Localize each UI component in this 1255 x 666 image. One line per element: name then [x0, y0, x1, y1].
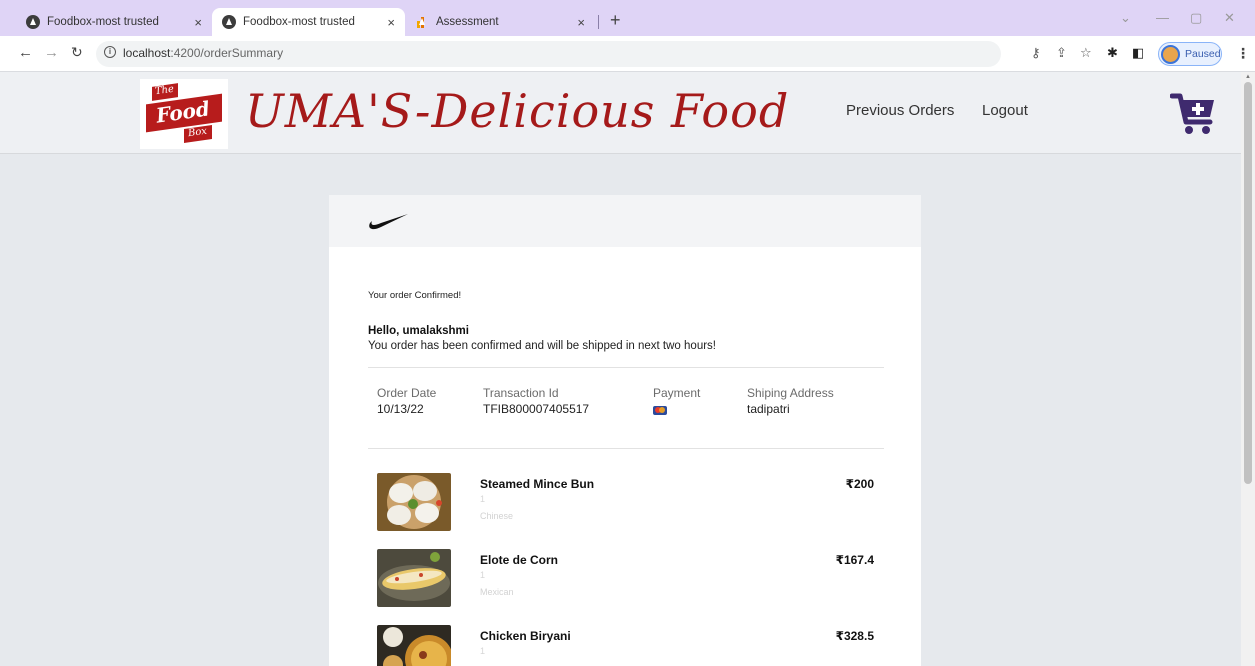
previous-orders-link[interactable]: Previous Orders [846, 102, 954, 119]
mastercard-icon [653, 406, 667, 415]
profile-button[interactable]: Paused [1158, 42, 1222, 66]
back-arrow-icon[interactable]: ← [18, 44, 33, 61]
browser-tab-2[interactable]: Foodbox-most trusted × [212, 8, 405, 36]
brand-title: UMA'S-Delicious Food [245, 84, 790, 138]
site-info-icon[interactable]: i [104, 46, 116, 58]
item-price: ₹328.5 [835, 629, 874, 643]
extensions-puzzle-icon[interactable]: ✱ [1107, 45, 1118, 61]
order-date-block: Order Date 10/13/22 [377, 386, 436, 416]
greeting: Hello, umalakshmi [368, 325, 469, 337]
close-window-button[interactable]: ✕ [1224, 10, 1235, 26]
avatar [1161, 44, 1180, 64]
order-date-value: 10/13/22 [377, 402, 424, 416]
transaction-value: TFIB800007405517 [483, 402, 590, 416]
confirmation-message: You order has been confirmed and will be… [368, 340, 716, 352]
order-confirmed-text: Your order Confirmed! [368, 290, 462, 301]
item-name: Elote de Corn [480, 553, 559, 567]
page-viewport: The Food Box UMA'S-Delicious Food Previo… [0, 72, 1255, 666]
steamed-bun-image [377, 473, 451, 531]
item-category: Chinese [480, 511, 514, 521]
bookmark-star-icon[interactable]: ☆ [1080, 45, 1092, 61]
share-icon[interactable]: ⇪ [1056, 45, 1067, 61]
tab-label: Assessment [436, 16, 499, 28]
item-name: Chicken Biryani [480, 629, 571, 643]
order-date-label: Order Date [377, 386, 437, 400]
item-quantity: 1 [480, 494, 486, 504]
card-header [329, 195, 921, 247]
address-value: tadipatri [747, 402, 790, 416]
url-host: localhost [123, 46, 171, 60]
item-quantity: 1 [480, 570, 486, 580]
close-tab-icon[interactable]: × [194, 15, 202, 30]
item-price: ₹200 [845, 477, 874, 491]
browser-tab-1[interactable]: Foodbox-most trusted × [16, 8, 212, 36]
forward-arrow-icon[interactable]: → [44, 44, 59, 61]
bar-chart-icon [415, 15, 429, 29]
address-block: Shiping Address tadipatri [747, 386, 834, 416]
url-path: :4200/orderSummary [170, 46, 284, 60]
payment-label: Payment [653, 386, 701, 400]
reload-icon[interactable]: ↻ [71, 44, 83, 61]
item-price: ₹167.4 [835, 553, 874, 567]
item-quantity: 1 [480, 646, 486, 656]
payment-block: Payment [653, 386, 700, 415]
order-item: Steamed Mince Bun 1 Chinese ₹200 [329, 473, 921, 543]
chicken-biryani-image [377, 625, 451, 666]
angular-icon [222, 15, 236, 29]
url-text: localhost:4200/orderSummary [123, 46, 283, 60]
tab-separator [598, 15, 599, 29]
transaction-label: Transaction Id [483, 386, 559, 400]
new-tab-button[interactable]: + [610, 10, 621, 31]
order-item: Elote de Corn 1 Mexican ₹167.4 [329, 549, 921, 619]
address-bar[interactable]: i localhost:4200/orderSummary [96, 41, 1001, 67]
divider [368, 367, 884, 368]
browser-tab-3[interactable]: Assessment × [405, 8, 595, 36]
site-header: The Food Box UMA'S-Delicious Food Previo… [0, 72, 1241, 154]
scrollbar-thumb[interactable] [1244, 82, 1252, 484]
item-category: Mexican [480, 587, 514, 597]
profile-status: Paused [1185, 48, 1221, 60]
minimize-button[interactable]: — [1156, 10, 1169, 25]
angular-icon [26, 15, 40, 29]
key-icon[interactable]: ⚷ [1031, 45, 1041, 61]
tab-label: Foodbox-most trusted [243, 16, 355, 28]
elote-corn-image [377, 549, 451, 607]
food-box-logo[interactable]: The Food Box [140, 79, 228, 149]
browser-menu-icon[interactable]: ⋮ [1236, 45, 1250, 62]
browser-toolbar: ← → ↻ i localhost:4200/orderSummary ⚷ ⇪ … [0, 36, 1255, 72]
address-label: Shiping Address [747, 386, 834, 400]
close-tab-icon[interactable]: × [387, 15, 395, 30]
item-name: Steamed Mince Bun [480, 477, 595, 491]
cart-plus-icon[interactable] [1170, 90, 1218, 136]
browser-tab-strip: Foodbox-most trusted × Foodbox-most trus… [0, 0, 1255, 36]
divider [368, 448, 884, 449]
tab-label: Foodbox-most trusted [47, 16, 159, 28]
logout-link[interactable]: Logout [982, 102, 1028, 119]
order-item: Chicken Biryani 1 ₹328.5 [329, 625, 921, 666]
order-summary-card: Your order Confirmed! Hello, umalakshmi … [329, 195, 921, 666]
transaction-block: Transaction Id TFIB800007405517 [483, 386, 589, 416]
maximize-button[interactable]: ▢ [1190, 10, 1202, 26]
scroll-up-arrow-icon[interactable]: ▲ [1245, 74, 1251, 80]
close-tab-icon[interactable]: × [577, 15, 585, 30]
tab-search-icon[interactable]: ⌄ [1120, 10, 1131, 26]
nike-swoosh-icon [369, 214, 408, 230]
side-panel-icon[interactable]: ◧ [1132, 45, 1144, 61]
